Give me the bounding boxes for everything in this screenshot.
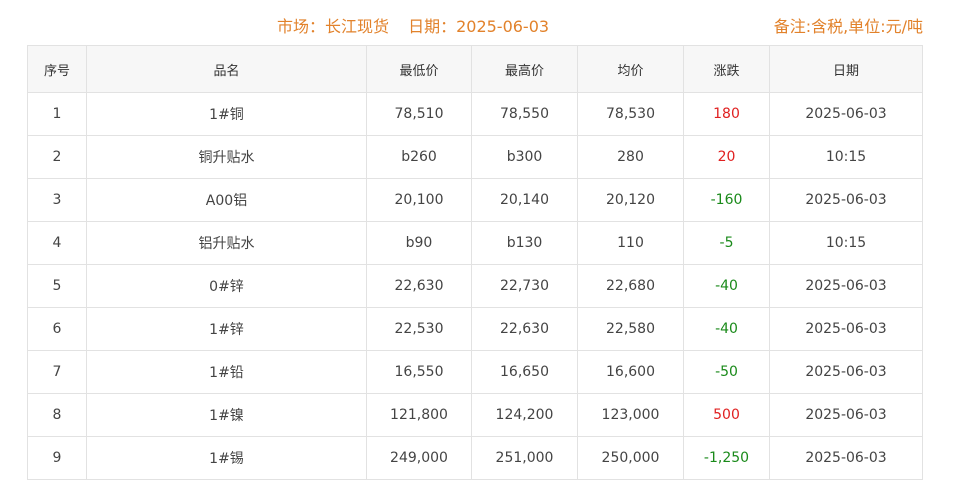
low-price: 249,000 [366, 436, 472, 480]
product-name: 铜升贴水 [86, 135, 367, 179]
row-date: 10:15 [769, 221, 923, 265]
low-price: b260 [366, 135, 472, 179]
date-label: 日期： [408, 17, 457, 36]
row-date: 2025-06-03 [769, 92, 923, 136]
high-price: 22,730 [471, 264, 578, 308]
price-change: -160 [683, 178, 770, 222]
row-number: 1 [27, 92, 87, 136]
row-date: 2025-06-03 [769, 436, 923, 480]
low-price: 78,510 [366, 92, 472, 136]
table-row: 7 1#铅 16,550 16,650 16,600 -50 2025-06-03 [27, 350, 923, 394]
avg-price: 250,000 [577, 436, 684, 480]
table-row: 2 铜升贴水 b260 b300 280 20 10:15 [27, 135, 923, 179]
product-name: 0#锌 [86, 264, 367, 308]
low-price: 121,800 [366, 393, 472, 437]
product-name: 1#铅 [86, 350, 367, 394]
avg-price: 110 [577, 221, 684, 265]
high-price: 16,650 [471, 350, 578, 394]
avg-price: 123,000 [577, 393, 684, 437]
product-name: A00铝 [86, 178, 367, 222]
product-name: 1#铜 [86, 92, 367, 136]
row-date: 2025-06-03 [769, 178, 923, 222]
row-number: 9 [27, 436, 87, 480]
unit-note: 备注:含税,单位:元/吨 [773, 17, 923, 36]
product-name: 铝升贴水 [86, 221, 367, 265]
high-price: b300 [471, 135, 578, 179]
col-name-header: 品名 [86, 45, 367, 93]
avg-price: 22,680 [577, 264, 684, 308]
price-change: -50 [683, 350, 770, 394]
avg-price: 280 [577, 135, 684, 179]
table-row: 4 铝升贴水 b90 b130 110 -5 10:15 [27, 221, 923, 265]
table-body: 1 1#铜 78,510 78,550 78,530 180 2025-06-03 2 铜升贴水… [27, 92, 923, 480]
high-price: 124,200 [471, 393, 578, 437]
table-row: 5 0#锌 22,630 22,730 22,680 -40 2025-06-03 [27, 264, 923, 308]
table-row: 9 1#锡 249,000 251,000 250,000 -1,250 2025-06-0… [27, 436, 923, 480]
low-price: 20,100 [366, 178, 472, 222]
price-table: 序号 品名 最低价 最高价 均价 涨跌 日期 1 1#铜 78,510 78,550 78,530 1… [27, 45, 923, 480]
col-date-header: 日期 [769, 45, 923, 93]
product-name: 1#锌 [86, 307, 367, 351]
table-row: 1 1#铜 78,510 78,550 78,530 180 2025-06-03 [27, 92, 923, 136]
col-change-header: 涨跌 [683, 45, 770, 93]
high-price: 78,550 [471, 92, 578, 136]
row-number: 5 [27, 264, 87, 308]
row-number: 4 [27, 221, 87, 265]
row-date: 10:15 [769, 135, 923, 179]
market-value: 长江现货 [324, 17, 389, 36]
row-date: 2025-06-03 [769, 393, 923, 437]
low-price: 22,530 [366, 307, 472, 351]
product-name: 1#锡 [86, 436, 367, 480]
col-high-header: 最高价 [471, 45, 578, 93]
row-number: 6 [27, 307, 87, 351]
table-header-row: 序号 品名 最低价 最高价 均价 涨跌 日期 [27, 45, 923, 93]
price-change: 180 [683, 92, 770, 136]
low-price: 16,550 [366, 350, 472, 394]
table-row: 8 1#镍 121,800 124,200 123,000 500 2025-06-03 [27, 393, 923, 437]
price-change: -40 [683, 264, 770, 308]
price-change: 500 [683, 393, 770, 437]
row-number: 7 [27, 350, 87, 394]
col-avg-header: 均价 [577, 45, 684, 93]
table-row: 3 A00铝 20,100 20,140 20,120 -160 2025-06-03 [27, 178, 923, 222]
price-change: -40 [683, 307, 770, 351]
price-change: -1,250 [683, 436, 770, 480]
row-date: 2025-06-03 [769, 307, 923, 351]
page-header: 市场：长江现货 日期：2025-06-03 备注:含税,单位:元/吨 [0, 0, 956, 45]
low-price: b90 [366, 221, 472, 265]
row-number: 3 [27, 178, 87, 222]
high-price: 251,000 [471, 436, 578, 480]
avg-price: 16,600 [577, 350, 684, 394]
price-change: -5 [683, 221, 770, 265]
row-number: 2 [27, 135, 87, 179]
market-label: 市场： [276, 17, 325, 36]
table-row: 6 1#锌 22,530 22,630 22,580 -40 2025-06-03 [27, 307, 923, 351]
row-date: 2025-06-03 [769, 350, 923, 394]
product-name: 1#镍 [86, 393, 367, 437]
row-date: 2025-06-03 [769, 264, 923, 308]
avg-price: 22,580 [577, 307, 684, 351]
high-price: 22,630 [471, 307, 578, 351]
col-low-header: 最低价 [366, 45, 472, 93]
avg-price: 20,120 [577, 178, 684, 222]
low-price: 22,630 [366, 264, 472, 308]
price-change: 20 [683, 135, 770, 179]
row-number: 8 [27, 393, 87, 437]
col-seq-header: 序号 [27, 45, 87, 93]
date-group: 日期：2025-06-03 [408, 17, 549, 36]
high-price: 20,140 [471, 178, 578, 222]
date-value: 2025-06-03 [456, 17, 550, 36]
high-price: b130 [471, 221, 578, 265]
avg-price: 78,530 [577, 92, 684, 136]
